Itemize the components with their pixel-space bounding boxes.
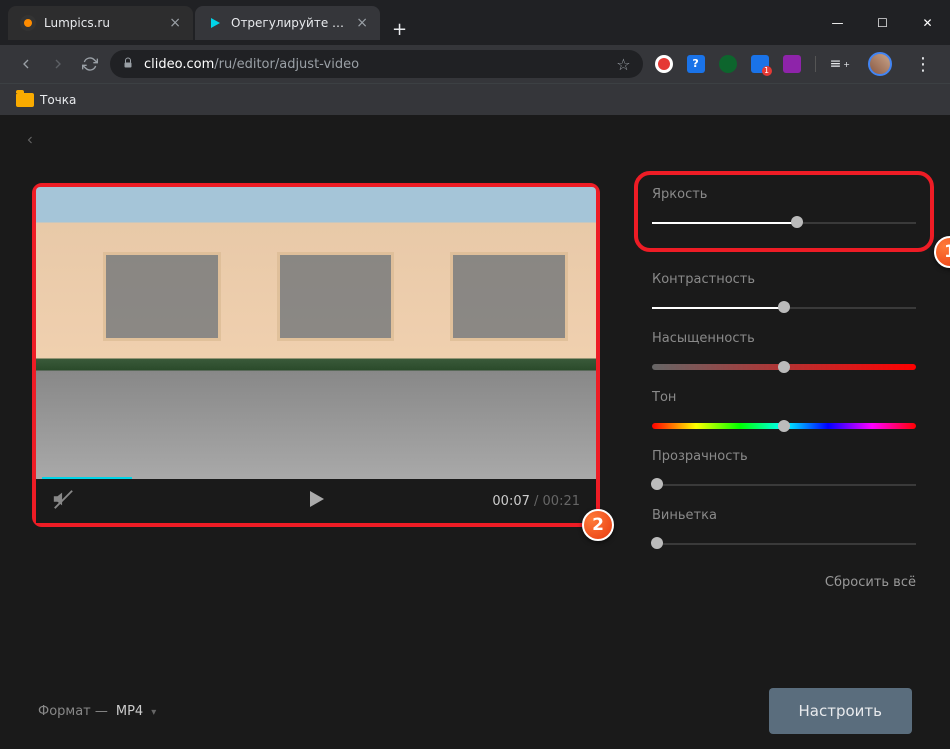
bookmark-star-icon[interactable]: ☆ <box>616 55 630 74</box>
annotation-marker-1: 1 <box>934 236 950 268</box>
tab-title: Отрегулируйте яркость, контра <box>231 16 348 30</box>
toolbar: clideo.com/ru/editor/adjust-video ☆ ? 1 … <box>0 45 950 83</box>
hue-control: Тон <box>652 390 916 429</box>
lock-icon <box>122 56 134 73</box>
app-body: 00:07 / 00:21 2 Яркость 1 Контрастность <box>0 169 950 673</box>
brightness-slider[interactable] <box>652 220 916 226</box>
extension-icon[interactable] <box>655 55 673 73</box>
saturation-control: Насыщенность <box>652 331 916 370</box>
brightness-control: Яркость 1 <box>634 171 934 252</box>
saturation-slider[interactable] <box>652 364 916 370</box>
control-label: Тон <box>652 390 916 405</box>
forward-button[interactable] <box>50 56 66 72</box>
vignette-control: Виньетка <box>652 508 916 547</box>
control-label: Прозрачность <box>652 449 916 464</box>
vignette-slider[interactable] <box>652 541 916 547</box>
tab-title: Lumpics.ru <box>44 16 161 30</box>
window-controls: — ☐ ✕ <box>815 8 950 38</box>
extension-icon[interactable] <box>783 55 801 73</box>
app-content: 00:07 / 00:21 2 Яркость 1 Контрастность <box>0 115 950 749</box>
nav-buttons <box>10 56 98 72</box>
maximize-button[interactable]: ☐ <box>860 8 905 38</box>
folder-icon <box>16 93 34 107</box>
bookmark-bar: Точка <box>0 83 950 115</box>
apply-button[interactable]: Настроить <box>769 688 912 734</box>
time-display: 00:07 / 00:21 <box>492 494 580 509</box>
control-label: Насыщенность <box>652 331 916 346</box>
address-bar[interactable]: clideo.com/ru/editor/adjust-video ☆ <box>110 50 643 78</box>
minimize-button[interactable]: — <box>815 8 860 38</box>
app-back-button[interactable] <box>24 130 36 155</box>
extension-icon[interactable]: ? <box>687 55 705 73</box>
control-label: Контрастность <box>652 272 916 287</box>
hue-slider[interactable] <box>652 423 916 429</box>
reload-button[interactable] <box>82 56 98 72</box>
close-window-button[interactable]: ✕ <box>905 8 950 38</box>
bookmark-label: Точка <box>40 93 76 107</box>
extension-icon[interactable] <box>719 55 737 73</box>
control-label: Виньетка <box>652 508 916 523</box>
annotation-marker-2: 2 <box>582 509 614 541</box>
fade-slider[interactable] <box>652 482 916 488</box>
bookmark-folder[interactable]: Точка <box>16 93 76 107</box>
profile-avatar[interactable] <box>868 52 892 76</box>
current-time: 00:07 <box>492 494 529 509</box>
format-label: Формат — <box>38 704 108 719</box>
favicon-icon <box>20 15 36 31</box>
contrast-control: Контрастность <box>652 272 916 311</box>
back-button[interactable] <box>18 56 34 72</box>
format-selector[interactable]: MP4▾ <box>116 704 156 719</box>
app-header <box>0 115 950 169</box>
new-tab-button[interactable]: + <box>382 19 417 40</box>
play-button[interactable] <box>304 487 328 515</box>
app-footer: Формат — MP4▾ Настроить <box>0 673 950 749</box>
adjustments-sidebar: Яркость 1 Контрастность Насыщенность <box>634 169 950 673</box>
favicon-icon <box>207 15 223 31</box>
extension-icon[interactable]: 1 <box>751 55 769 73</box>
chevron-down-icon: ▾ <box>151 707 156 718</box>
menu-button[interactable]: ⋮ <box>906 54 940 75</box>
mute-button[interactable] <box>52 488 74 514</box>
video-controls: 00:07 / 00:21 <box>36 479 596 523</box>
video-preview[interactable] <box>36 187 596 483</box>
total-time: 00:21 <box>543 494 580 509</box>
tab-strip: Lumpics.ru × Отрегулируйте яркость, конт… <box>8 6 815 40</box>
control-label: Яркость <box>652 187 916 202</box>
close-icon[interactable]: × <box>169 15 181 31</box>
reset-button[interactable]: Сбросить всё <box>652 575 916 590</box>
window-title-bar: Lumpics.ru × Отрегулируйте яркость, конт… <box>0 0 950 45</box>
video-wrapper: 00:07 / 00:21 2 <box>32 183 600 527</box>
reading-list-button[interactable]: ≡+ <box>815 56 854 72</box>
video-panel: 00:07 / 00:21 2 <box>0 169 634 673</box>
tab-lumpics[interactable]: Lumpics.ru × <box>8 6 193 40</box>
extensions: ? 1 ≡+ ⋮ <box>655 52 940 76</box>
close-icon[interactable]: × <box>356 15 368 31</box>
url-text: clideo.com/ru/editor/adjust-video <box>144 57 606 72</box>
progress-bar[interactable] <box>42 477 132 479</box>
fade-control: Прозрачность <box>652 449 916 488</box>
contrast-slider[interactable] <box>652 305 916 311</box>
tab-clideo[interactable]: Отрегулируйте яркость, контра × <box>195 6 380 40</box>
